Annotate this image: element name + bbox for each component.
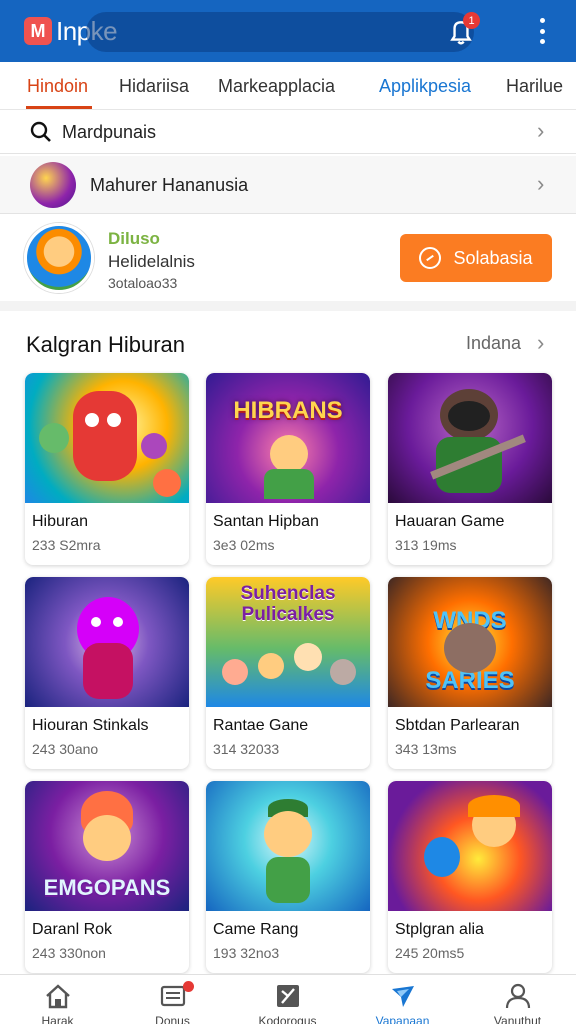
card-meta: 193 32no3 — [213, 945, 280, 961]
game-card[interactable]: EMGOPANS Daranl Rok 243 330non — [25, 781, 189, 973]
top-app-bar: M Inpke 1 — [0, 0, 576, 62]
featured-label: Mahurer Hananusia — [90, 175, 249, 195]
top-search-bar[interactable] — [86, 12, 474, 52]
game-card[interactable]: Stplgran alia 245 20ms5 — [388, 781, 552, 973]
tab-hindoin[interactable]: Hindoin — [27, 76, 88, 97]
game-thumbnail — [388, 373, 552, 503]
bottom-navigation: Harak Donus Kodorogus Vapanaan Vanuthut — [0, 974, 576, 1024]
game-thumbnail: Suhenclas Pulicalkes — [206, 577, 370, 707]
card-title: Rantae Gane — [213, 717, 309, 734]
card-title: Hiburan — [32, 513, 89, 530]
card-meta: 314 32033 — [213, 741, 280, 757]
card-meta: 243 30ano — [32, 741, 99, 757]
follow-button[interactable]: Solabasia — [400, 234, 552, 282]
chevron-right-icon: › — [537, 171, 545, 196]
game-thumbnail: HIBRANS — [206, 373, 370, 503]
follow-icon — [419, 247, 442, 269]
app-logo: M — [24, 17, 52, 45]
card-art-text: EMGOPANS — [43, 875, 171, 900]
chevron-right-icon: › — [537, 330, 545, 355]
featured-row[interactable]: Mahurer Hananusia › — [0, 156, 576, 214]
card-title: Came Rang — [213, 921, 299, 938]
card-meta: 3e3 02ms — [213, 537, 275, 553]
tab-applikpesia[interactable]: Applikpesia — [379, 76, 471, 97]
nav-label: Donus — [155, 1014, 190, 1024]
nav-label: Harak — [41, 1014, 74, 1024]
game-card[interactable]: Suhenclas Pulicalkes Rantae Gane 314 320… — [206, 577, 370, 769]
game-card[interactable]: Hiouran Stinkals 243 30ano — [25, 577, 189, 769]
game-thumbnail: EMGOPANS — [25, 781, 189, 911]
featured-avatar — [30, 162, 76, 208]
active-tab-indicator — [26, 106, 92, 109]
card-meta: 245 20ms5 — [395, 945, 465, 961]
nav-send[interactable]: Vapanaan — [345, 975, 460, 1024]
game-thumbnail — [25, 577, 189, 707]
nav-label: Vanuthut — [493, 1014, 542, 1024]
category-tabs: Hindoin Hidariisa Markeapplacia Applikpe… — [0, 62, 576, 110]
see-more-link[interactable]: Indana — [466, 333, 521, 354]
card-art-text: HIBRANS — [233, 397, 343, 424]
card-title: Hiouran Stinkals — [32, 717, 149, 734]
game-card[interactable]: Came Rang 193 32no3 — [206, 781, 370, 973]
notification-badge: 1 — [463, 12, 480, 29]
avatar[interactable] — [24, 223, 94, 293]
divider — [0, 301, 576, 311]
nav-label: Vapanaan — [375, 1014, 430, 1024]
game-thumbnail — [388, 781, 552, 911]
more-options-icon[interactable] — [534, 18, 550, 44]
tab-harilue[interactable]: Harilue — [506, 76, 563, 97]
card-art-text: Suhenclas Pulicalkes — [240, 583, 336, 625]
game-card[interactable]: WNDS SARIES Sbtdan Parlearan 343 13ms — [388, 577, 552, 769]
game-thumbnail — [25, 373, 189, 503]
tab-markeapplacia[interactable]: Markeapplacia — [218, 76, 335, 97]
game-card[interactable]: Hiburan 233 S2mra — [25, 373, 189, 565]
profile-subtitle: Helidelalnis — [108, 252, 195, 271]
card-title: Stplgran alia — [395, 921, 484, 938]
game-thumbnail: WNDS SARIES — [388, 577, 552, 707]
nav-profile[interactable]: Vanuthut — [460, 975, 575, 1024]
profile-icon — [505, 983, 531, 1009]
send-icon — [392, 986, 414, 1007]
profile-meta: 3otaloao33 — [108, 275, 178, 291]
nav-home[interactable]: Harak — [0, 975, 115, 1024]
nav-badge — [183, 981, 194, 992]
tab-hidariisa[interactable]: Hidariisa — [119, 76, 189, 97]
card-meta: 243 330non — [32, 945, 106, 961]
search-row[interactable]: Mardpunais › — [0, 110, 576, 154]
card-title: Sbtdan Parlearan — [395, 717, 520, 734]
search-text: Mardpunais — [62, 122, 157, 142]
game-card[interactable]: HIBRANS Santan Hipban 3e3 02ms — [206, 373, 370, 565]
search-icon — [30, 121, 51, 142]
card-title: Daranl Rok — [32, 921, 113, 938]
card-meta: 313 19ms — [395, 537, 457, 553]
card-meta: 233 S2mra — [32, 537, 101, 553]
card-meta: 343 13ms — [395, 741, 457, 757]
home-icon — [46, 984, 70, 1009]
game-card[interactable]: Hauaran Game 313 19ms — [388, 373, 552, 565]
follow-button-label: Solabasia — [453, 247, 533, 268]
tools-icon — [277, 985, 299, 1007]
nav-news[interactable]: Donus — [115, 975, 230, 1024]
card-title: Santan Hipban — [213, 513, 319, 530]
nav-label: Kodorogus — [258, 1014, 317, 1024]
game-thumbnail — [206, 781, 370, 911]
profile-name: Diluso — [108, 229, 160, 248]
nav-tools[interactable]: Kodorogus — [230, 975, 345, 1024]
section-title: Kalgran Hiburan — [26, 332, 185, 357]
profile-card: Diluso Helidelalnis 3otaloao33 Solabasia — [0, 215, 576, 301]
card-title: Hauaran Game — [395, 513, 505, 530]
chevron-right-icon: › — [537, 118, 545, 143]
